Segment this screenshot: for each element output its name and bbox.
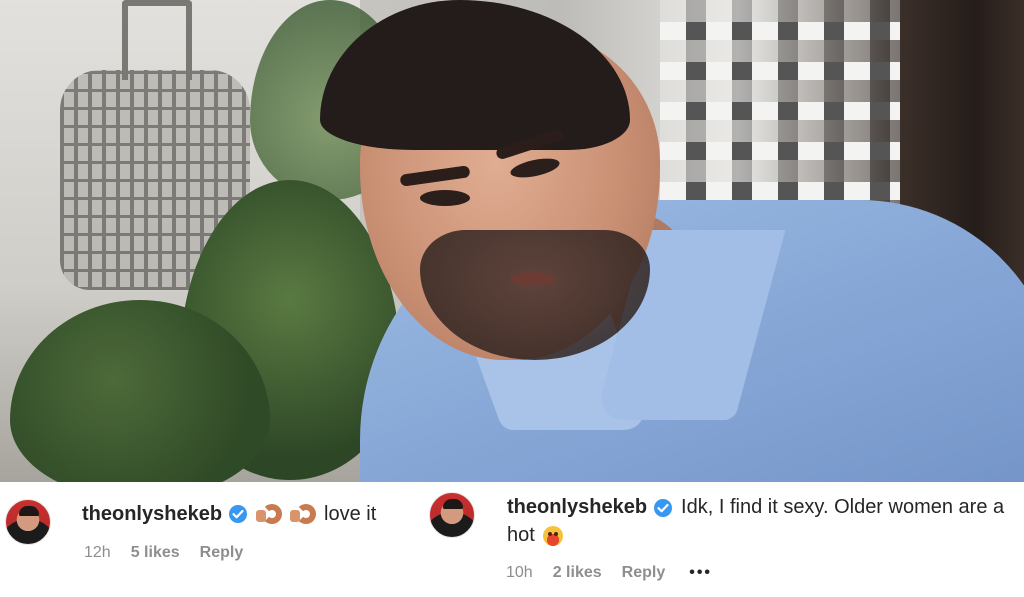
reply-button[interactable]: Reply [200,544,244,562]
comment-timestamp: 10h [506,564,533,581]
comment-item: theonlyshekeb Idk, I find it sexy. Older… [427,482,1024,597]
pinching-hand-icon [256,502,284,526]
avatar[interactable] [5,499,51,545]
verified-badge-icon [228,504,248,524]
comment-username[interactable]: theonlyshekeb [82,503,222,526]
video-frame-image [0,0,1024,482]
comment-item: theonlyshekeb love it 12h 5 likes Reply [0,482,427,597]
comment-text: love it [324,502,377,525]
comment-text: hot [507,524,535,546]
verified-badge-icon [653,498,673,518]
eye [420,190,470,206]
lantern-handle [122,0,192,80]
comment-body: theonlyshekeb Idk, I find it sexy. Older… [507,496,1004,519]
comment-likes[interactable]: 5 likes [131,544,180,562]
comment-timestamp: 12h [84,544,111,561]
comment-text: Idk, I find it sexy. Older women are a [681,496,1005,518]
comment-meta: 10h 2 likes Reply ••• [506,564,712,582]
comment-likes[interactable]: 2 likes [553,564,602,582]
flushed-face-icon [542,525,563,546]
mouth [510,272,556,286]
comment-text-continued: hot [507,524,563,547]
more-options-icon[interactable]: ••• [689,564,712,582]
comment-username[interactable]: theonlyshekeb [507,496,647,519]
comment-body: theonlyshekeb love it [82,502,376,526]
avatar[interactable] [429,492,475,538]
pinching-hand-icon [290,502,318,526]
comment-meta: 12h 5 likes Reply [84,544,243,562]
reply-button[interactable]: Reply [622,564,666,582]
